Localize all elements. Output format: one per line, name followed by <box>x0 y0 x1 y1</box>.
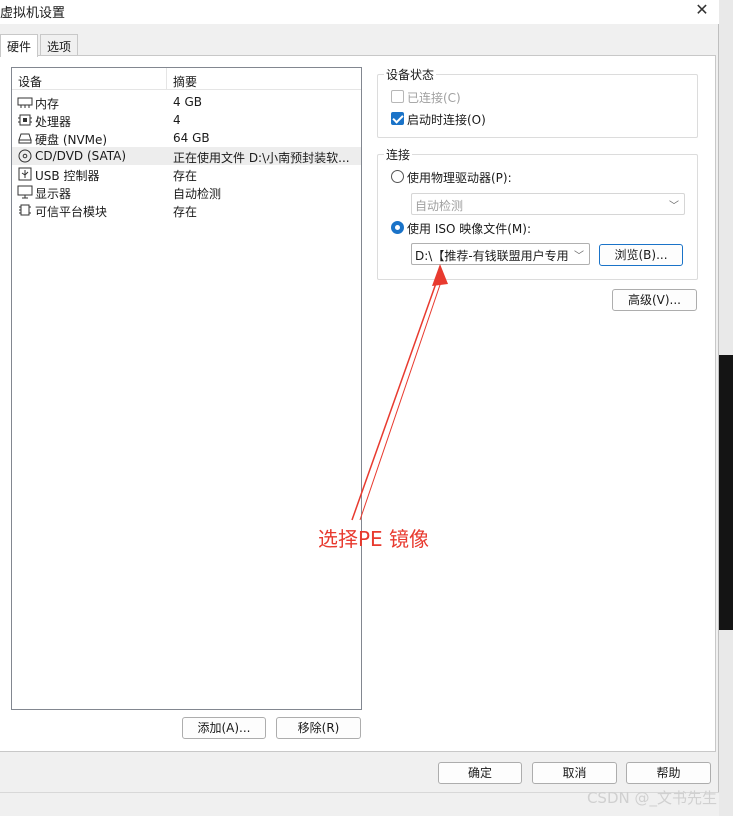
cd-dvd-icon <box>18 149 32 163</box>
connection-title: 连接 <box>384 146 413 163</box>
hard-disk-icon <box>18 133 32 144</box>
device-summary: 4 GB <box>173 95 202 109</box>
physical-drive-radio[interactable] <box>391 170 404 183</box>
device-row-cd-dvd[interactable]: CD/DVD (SATA) 正在使用文件 D:\小南预封装软... <box>12 147 361 165</box>
background-dark-area <box>719 355 733 630</box>
connect-at-power-on-checkbox[interactable] <box>391 112 404 125</box>
device-summary: 自动检测 <box>173 187 222 201</box>
device-summary: 64 GB <box>173 131 210 145</box>
device-row-tpm[interactable]: 可信平台模块 存在 <box>12 201 361 219</box>
device-name: 硬盘 (NVMe) <box>35 133 108 147</box>
add-device-button[interactable]: 添加(A)... <box>182 717 266 739</box>
chevron-down-icon[interactable]: ﹀ <box>574 247 584 262</box>
device-name: 处理器 <box>35 115 72 129</box>
window-title: 虚拟机设置 <box>0 6 66 21</box>
remove-device-button[interactable]: 移除(R) <box>276 717 361 739</box>
column-header-summary[interactable]: 摘要 <box>173 73 197 90</box>
chevron-down-icon: ﹀ <box>669 201 679 212</box>
iso-image-radio[interactable] <box>391 221 404 234</box>
physical-drive-select[interactable]: 自动检测 ﹀ <box>411 193 685 215</box>
device-list[interactable]: 设备 摘要 内存 4 GB 处理器 4 硬盘 (NVMe) 64 GB CD/D… <box>11 67 362 710</box>
device-name: 可信平台模块 <box>35 205 108 219</box>
help-button[interactable]: 帮助 <box>626 762 711 784</box>
column-separator[interactable] <box>166 68 167 90</box>
connected-label: 已连接(C) <box>407 91 461 105</box>
title-bar: 虚拟机设置 ✕ <box>0 0 719 24</box>
cancel-button[interactable]: 取消 <box>532 762 617 784</box>
device-summary: 4 <box>173 113 181 127</box>
display-icon <box>17 185 33 199</box>
ok-button[interactable]: 确定 <box>438 762 522 784</box>
device-status-group: 设备状态 已连接(C) 启动时连接(O) <box>377 66 698 138</box>
device-row-usb[interactable]: USB 控制器 存在 <box>12 165 361 183</box>
tab-options[interactable]: 选项 <box>40 34 79 56</box>
device-row-hard-disk[interactable]: 硬盘 (NVMe) 64 GB <box>12 129 361 147</box>
close-icon[interactable]: ✕ <box>693 1 711 19</box>
physical-drive-value: 自动检测 <box>415 199 464 213</box>
processor-icon <box>18 114 32 126</box>
device-summary: 存在 <box>173 205 198 219</box>
tab-hardware[interactable]: 硬件 <box>0 34 39 57</box>
physical-drive-label: 使用物理驱动器(P): <box>407 171 512 185</box>
memory-icon <box>17 97 33 108</box>
device-name: CD/DVD (SATA) <box>35 149 127 163</box>
vm-settings-dialog: 虚拟机设置 ✕ 硬件 选项 设备 摘要 内存 4 GB 处理器 4 硬盘 (NV… <box>0 0 719 792</box>
column-header-device[interactable]: 设备 <box>18 73 42 90</box>
list-header: 设备 摘要 <box>12 68 361 90</box>
device-name: 内存 <box>35 97 60 111</box>
iso-image-label: 使用 ISO 映像文件(M): <box>407 222 531 236</box>
device-name: 显示器 <box>35 187 72 201</box>
connect-at-power-on-label: 启动时连接(O) <box>407 113 486 127</box>
browse-button[interactable]: 浏览(B)... <box>599 244 683 266</box>
device-summary: 正在使用文件 D:\小南预封装软... <box>173 151 350 165</box>
tpm-icon <box>19 204 31 216</box>
device-row-display[interactable]: 显示器 自动检测 <box>12 183 361 201</box>
connected-checkbox[interactable] <box>391 90 404 103</box>
watermark: CSDN @_文书先生 <box>586 789 717 807</box>
usb-icon <box>18 167 32 181</box>
annotation-text: 选择PE 镜像 <box>318 527 430 551</box>
device-name: USB 控制器 <box>35 169 100 183</box>
device-row-processor[interactable]: 处理器 4 <box>12 111 361 129</box>
tab-strip: 硬件 选项 <box>0 34 719 57</box>
device-status-title: 设备状态 <box>384 66 437 83</box>
device-row-memory[interactable]: 内存 4 GB <box>12 93 361 111</box>
annotation-arrow <box>351 264 448 521</box>
device-summary: 存在 <box>173 169 198 183</box>
advanced-button[interactable]: 高级(V)... <box>612 289 697 311</box>
